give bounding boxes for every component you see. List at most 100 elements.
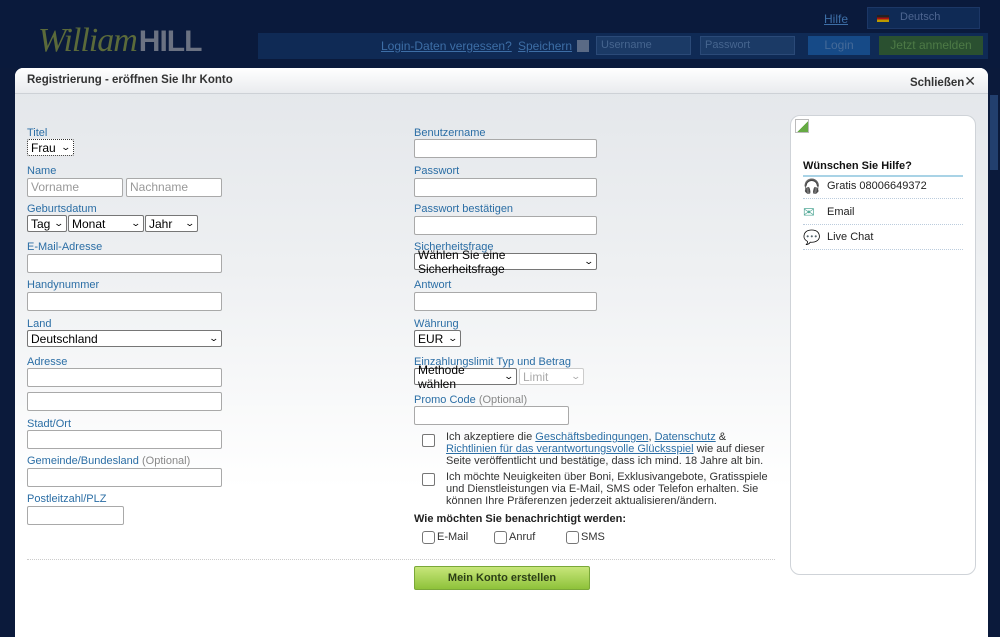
email-text: Email — [827, 206, 855, 218]
help-email[interactable]: ✉ Email — [803, 201, 963, 225]
state-label: Gemeinde/Bundesland (Optional) — [27, 455, 190, 467]
confirm-password-label: Passwort bestätigen — [414, 203, 514, 215]
sep: & — [715, 431, 727, 443]
remember-label[interactable]: Speichern — [518, 39, 572, 53]
limit-amount-select[interactable]: Limit ⌄ — [519, 368, 584, 385]
chevron-down-icon: ⌄ — [503, 371, 515, 381]
state-input[interactable] — [27, 468, 222, 487]
logo-bold: HILL — [138, 25, 203, 58]
title-value: Frau — [31, 140, 56, 155]
security-question-select[interactable]: Wählen Sie eine Sicherheitsfrage ⌄ — [414, 248, 597, 276]
dob-label: Geburtsdatum — [27, 203, 97, 215]
username-input[interactable]: Username — [596, 36, 691, 55]
confirm-password-field[interactable] — [414, 216, 597, 235]
notify-call-checkbox[interactable] — [494, 531, 507, 544]
title-select[interactable]: Frau ⌄ — [27, 139, 74, 156]
currency-label: Währung — [414, 318, 459, 330]
chevron-down-icon: ⌄ — [130, 218, 142, 228]
password-field[interactable] — [414, 178, 597, 197]
zip-input[interactable] — [27, 506, 124, 525]
terms-pre: Ich akzeptiere die — [446, 431, 536, 443]
chat-text: Live Chat — [827, 231, 874, 243]
forgot-login-link[interactable]: Login-Daten vergessen? — [381, 39, 512, 53]
create-account-button[interactable]: Mein Konto erstellen — [414, 566, 590, 590]
phone-text: Gratis 08006649372 — [827, 180, 927, 192]
chevron-down-icon: ⌄ — [447, 333, 459, 343]
german-flag-icon — [877, 15, 889, 22]
chevron-down-icon: ⌄ — [60, 142, 72, 152]
title-label: Titel — [27, 127, 48, 139]
remember-checkbox[interactable] — [577, 40, 589, 52]
chevron-down-icon: ⌄ — [583, 256, 595, 266]
newsletter-checkbox[interactable] — [422, 473, 435, 486]
headset-icon: 🎧 — [803, 178, 821, 194]
state-label-text: Gemeinde/Bundesland — [27, 455, 139, 467]
address-input-1[interactable] — [27, 368, 222, 387]
year-select[interactable]: Jahr ⌄ — [145, 215, 198, 232]
modal-title: Registrierung - eröffnen Sie Ihr Konto — [27, 74, 233, 86]
notify-call-label: Anruf — [509, 531, 536, 543]
optional-tag: (Optional) — [478, 394, 528, 406]
answer-field[interactable] — [414, 292, 597, 311]
promo-label: Promo Code (Optional) — [414, 394, 527, 406]
username-field[interactable] — [414, 139, 597, 158]
username-label: Benutzername — [414, 127, 486, 139]
promo-label-text: Promo Code — [414, 394, 476, 406]
notify-sms-label: SMS — [581, 531, 605, 543]
month-select[interactable]: Monat ⌄ — [68, 215, 144, 232]
promo-input[interactable] — [414, 406, 569, 425]
country-select[interactable]: Deutschland ⌄ — [27, 330, 222, 347]
security-question-value: Wählen Sie eine Sicherheitsfrage — [418, 247, 506, 276]
help-link[interactable]: Hilfe — [824, 12, 848, 26]
terms-link[interactable]: Geschäftsbedingungen — [535, 431, 648, 443]
scrollbar[interactable] — [990, 95, 998, 170]
address-input-2[interactable] — [27, 392, 222, 411]
terms-text: Ich akzeptiere die Geschäftsbedingungen,… — [446, 431, 776, 467]
help-chat[interactable]: 💬 Live Chat — [803, 226, 963, 250]
privacy-link[interactable]: Datenschutz — [655, 431, 716, 443]
responsible-gambling-link[interactable]: Richtlinien für das verantwortungsvolle … — [446, 443, 694, 455]
modal-header: Registrierung - eröffnen Sie Ihr Konto S… — [15, 68, 988, 94]
login-button[interactable]: Login — [808, 36, 870, 55]
email-input[interactable] — [27, 254, 222, 273]
city-input[interactable] — [27, 430, 222, 449]
password-input[interactable]: Passwort — [700, 36, 795, 55]
logo[interactable]: WilliamHILL — [38, 22, 203, 60]
notify-email-label: E-Mail — [437, 531, 469, 543]
broken-image-icon — [795, 119, 809, 133]
zip-label: Postleitzahl/PLZ — [27, 493, 107, 505]
address-label: Adresse — [27, 356, 68, 368]
answer-label: Antwort — [414, 279, 452, 291]
newsletter-text: Ich möchte Neuigkeiten über Boni, Exklus… — [446, 471, 768, 507]
city-label: Stadt/Ort — [27, 418, 72, 430]
chevron-down-icon: ⌄ — [53, 218, 65, 228]
join-button[interactable]: Jetzt anmelden — [879, 36, 983, 55]
mobile-input[interactable] — [27, 292, 222, 311]
terms-checkbox[interactable] — [422, 434, 435, 447]
password-label: Passwort — [414, 165, 460, 177]
notify-email-checkbox[interactable] — [422, 531, 435, 544]
registration-modal: Registrierung - eröffnen Sie Ihr Konto S… — [15, 68, 988, 637]
limit-amount-value: Limit — [523, 369, 549, 384]
last-name-input[interactable]: Nachname — [126, 178, 222, 197]
close-icon: ✕ — [964, 73, 976, 89]
day-select[interactable]: Tag ⌄ — [27, 215, 67, 232]
currency-select[interactable]: EUR ⌄ — [414, 330, 461, 347]
limit-method-select[interactable]: Methode wählen ⌄ — [414, 363, 517, 391]
country-value: Deutschland — [31, 331, 98, 346]
chat-bubble-icon: 💬 — [803, 229, 821, 245]
currency-value: EUR — [418, 331, 444, 346]
first-name-input[interactable]: Vorname — [27, 178, 123, 197]
close-button[interactable]: Schließen✕ — [910, 73, 976, 90]
envelope-icon: ✉ — [803, 204, 815, 220]
name-label: Name — [27, 165, 57, 177]
help-phone[interactable]: 🎧 Gratis 08006649372 — [803, 175, 963, 199]
optional-tag: (Optional) — [141, 455, 191, 467]
chevron-down-icon: ⌄ — [208, 333, 220, 343]
divider — [27, 559, 775, 560]
mobile-label: Handynummer — [27, 279, 100, 291]
help-panel: Wünschen Sie Hilfe? 🎧 Gratis 08006649372 … — [790, 115, 976, 575]
chevron-down-icon: ⌄ — [184, 218, 196, 228]
notify-sms-checkbox[interactable] — [566, 531, 579, 544]
email-label: E-Mail-Adresse — [27, 241, 103, 253]
